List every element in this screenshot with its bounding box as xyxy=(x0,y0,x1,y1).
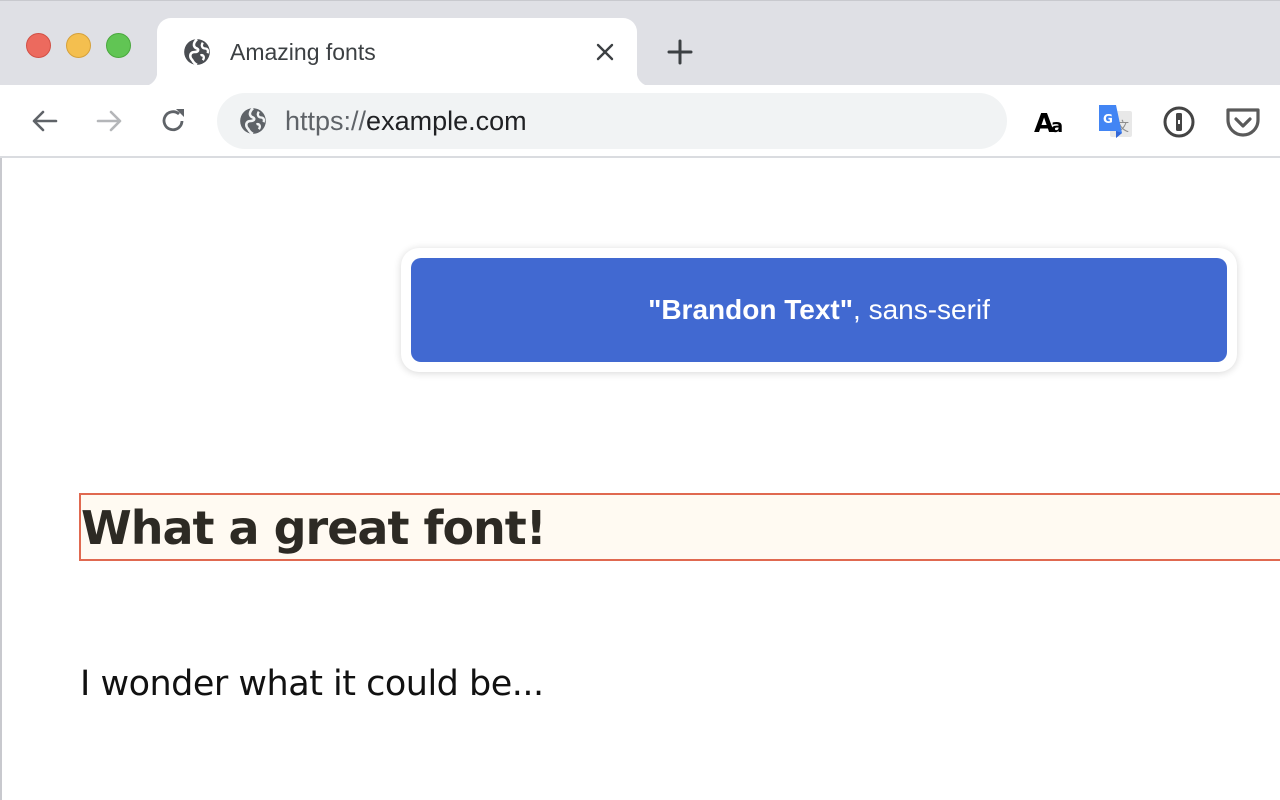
window-zoom-button[interactable] xyxy=(106,33,131,58)
globe-icon xyxy=(184,38,210,66)
reload-icon[interactable] xyxy=(157,105,189,137)
tab-amazing-fonts[interactable]: Amazing fonts xyxy=(143,18,651,86)
1password-icon[interactable] xyxy=(1160,103,1198,141)
fallback-font-name: sans-serif xyxy=(868,294,990,325)
tab-title: Amazing fonts xyxy=(230,39,376,65)
url-host: example.com xyxy=(366,106,527,136)
page-heading: What a great font! xyxy=(81,501,547,555)
window-minimize-button[interactable] xyxy=(66,33,91,58)
highlighted-element: What a great font! xyxy=(79,493,1280,561)
arrow-left-icon[interactable] xyxy=(29,105,61,137)
site-info-globe-icon[interactable] xyxy=(239,107,267,135)
url-text[interactable]: https://example.com xyxy=(285,106,527,136)
page-viewport: "Brandon Text", sans-serif What a great … xyxy=(0,158,1280,800)
arrow-right-icon[interactable] xyxy=(93,105,125,137)
font-separator: , xyxy=(853,294,869,325)
tab-strip: Amazing fonts xyxy=(0,0,1280,86)
page-paragraph: I wonder what it could be... xyxy=(80,664,544,704)
plus-icon[interactable] xyxy=(666,38,694,66)
font-info-popup: "Brandon Text", sans-serif xyxy=(401,248,1237,372)
svg-text:G: G xyxy=(1103,112,1113,126)
address-bar[interactable]: https://example.com xyxy=(217,93,1007,149)
font-family-chip[interactable]: "Brandon Text", sans-serif xyxy=(411,258,1227,362)
url-scheme: https:// xyxy=(285,106,367,136)
browser-toolbar: https://example.com A a 文 G xyxy=(0,85,1280,158)
primary-font-name: "Brandon Text" xyxy=(648,294,853,325)
window-close-button[interactable] xyxy=(26,33,51,58)
svg-text:a: a xyxy=(1051,116,1063,137)
font-aa-icon[interactable]: A a xyxy=(1032,103,1070,141)
pocket-icon[interactable] xyxy=(1224,103,1262,141)
translate-icon[interactable]: 文 G xyxy=(1096,103,1134,141)
close-icon[interactable] xyxy=(593,40,617,64)
